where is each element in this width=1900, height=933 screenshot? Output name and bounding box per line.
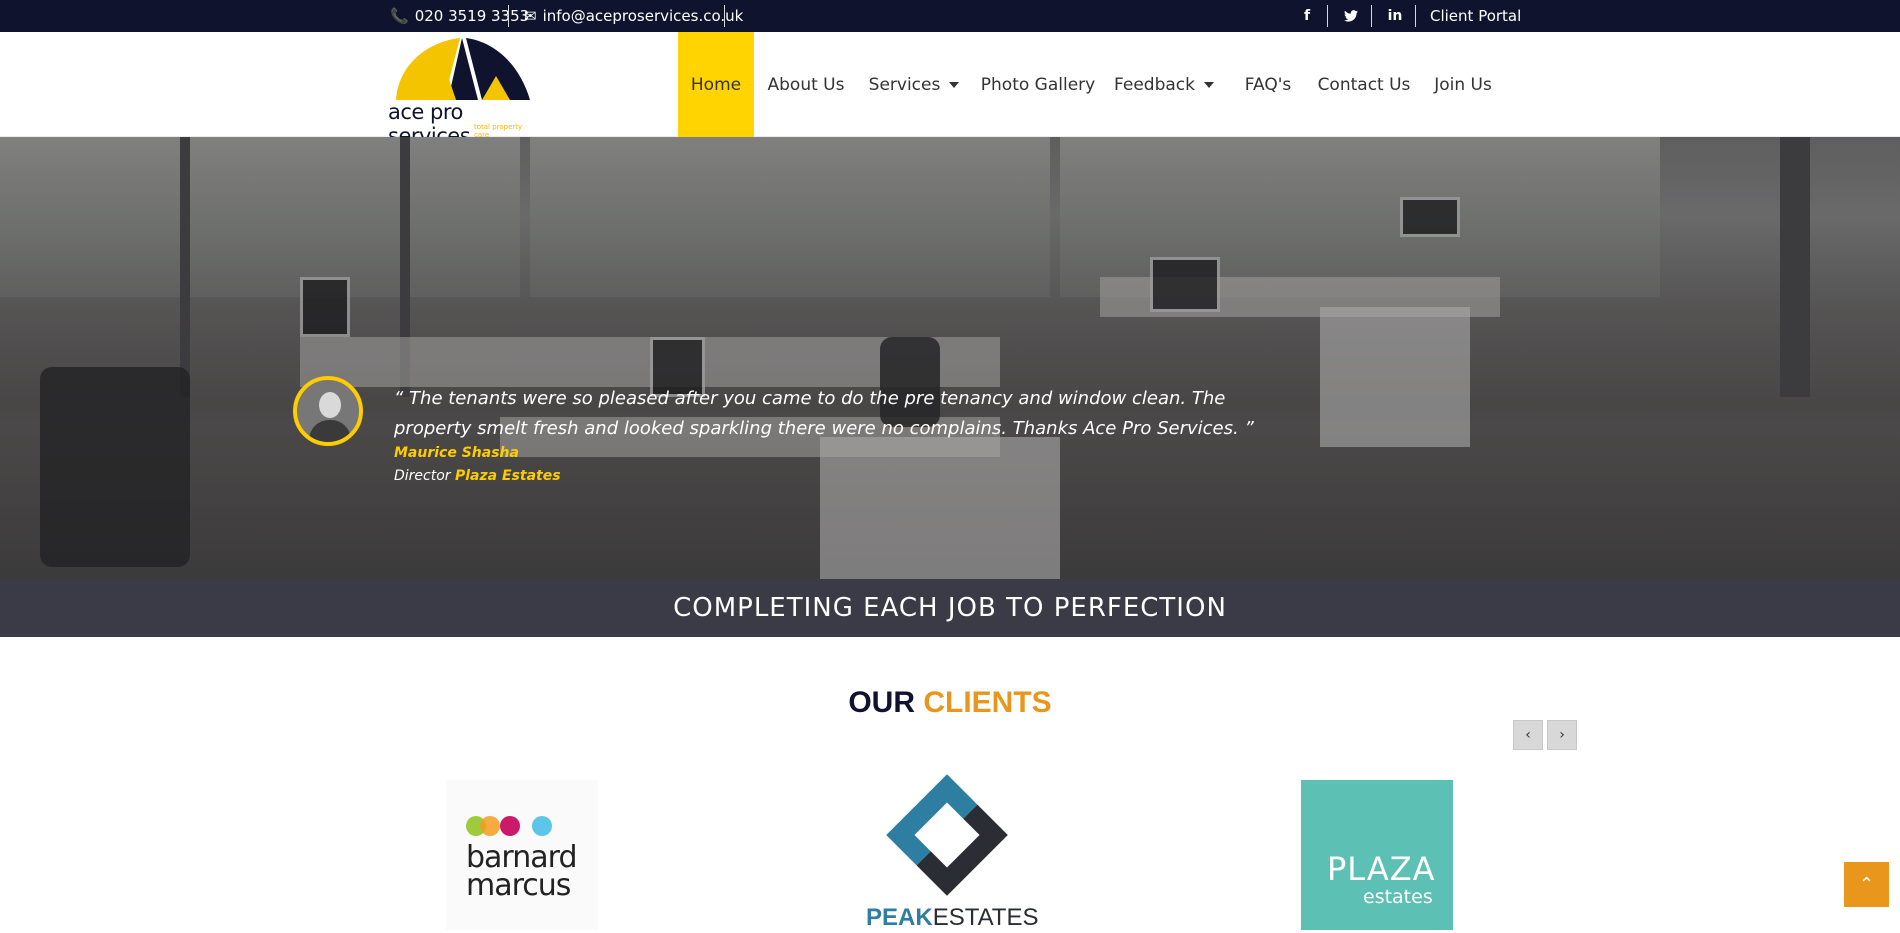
logo-sails-icon — [396, 38, 530, 100]
peak-word-2: ESTATES — [932, 904, 1039, 931]
email-address: info@aceproservices.co.uk — [542, 7, 744, 25]
envelope-icon: ✉ — [524, 7, 537, 25]
client-logo-peak-estates[interactable]: PEAKESTATES — [866, 774, 1039, 932]
facebook-icon[interactable]: f — [1292, 6, 1322, 26]
peak-wordmark: PEAKESTATES — [866, 904, 1039, 932]
testimonial-quote: “ The tenants were so pleased after you … — [394, 388, 1254, 439]
clients-heading-part2: CLIENTS — [923, 686, 1052, 719]
plaza-word-2: estates — [1363, 886, 1433, 908]
carousel-prev-button[interactable]: ‹ — [1513, 720, 1543, 750]
avatar-head — [319, 392, 341, 418]
nav-label: Join Us — [1434, 74, 1492, 95]
twitter-icon[interactable] — [1336, 6, 1366, 26]
logo-dot — [480, 816, 500, 836]
carousel-next-button[interactable]: › — [1547, 720, 1577, 750]
peak-word-1: PEAK — [866, 904, 933, 931]
nav-contact-us[interactable]: Contact Us — [1316, 32, 1412, 137]
nav-label: About Us — [767, 74, 845, 95]
chevron-right-icon: › — [1559, 727, 1565, 743]
tagline-band: COMPLETING EACH JOB TO PERFECTION — [0, 579, 1900, 637]
plaza-word-1: PLAZA — [1327, 850, 1436, 888]
divider — [508, 5, 509, 27]
nav-label: Home — [690, 74, 742, 95]
chevron-up-icon: ⌃ — [1858, 874, 1875, 895]
nav-label: Contact Us — [1317, 74, 1411, 95]
nav-home[interactable]: Home — [678, 32, 754, 137]
nav-about-us[interactable]: About Us — [760, 32, 852, 137]
logo-dot — [532, 816, 552, 836]
nav-services[interactable]: Services — [866, 32, 962, 137]
divider — [1327, 5, 1328, 27]
nav-join-us[interactable]: Join Us — [1430, 32, 1496, 137]
clients-heading: OUR CLIENTS — [0, 686, 1900, 720]
logo-line-2: marcus — [466, 868, 571, 903]
phone-icon: 📞 — [390, 7, 409, 25]
nav-label: FAQ's — [1244, 74, 1292, 95]
author-role-title: Director — [394, 468, 451, 484]
divider — [1371, 5, 1372, 27]
testimonial-avatar — [293, 376, 363, 446]
clients-heading-part1: OUR — [848, 686, 915, 719]
testimonial-author: Maurice Shasha — [394, 445, 519, 461]
tagline-text: COMPLETING EACH JOB TO PERFECTION — [673, 593, 1227, 623]
top-bar: 📞 020 3519 3353 ✉ info@aceproservices.co… — [0, 0, 1900, 32]
linkedin-icon[interactable]: in — [1380, 6, 1410, 26]
client-logo-plaza-estates[interactable]: PLAZA estates — [1301, 780, 1453, 930]
client-portal-link[interactable]: Client Portal — [1430, 7, 1521, 25]
client-logo-barnard-marcus[interactable]: barnard marcus — [446, 780, 598, 930]
nav-photo-gallery[interactable]: Photo Gallery — [980, 32, 1096, 137]
phone-number: 020 3519 3353 — [414, 7, 530, 25]
author-company: Plaza Estates — [455, 468, 561, 484]
nav-label: Photo Gallery — [980, 74, 1096, 95]
nav-feedback[interactable]: Feedback — [1114, 32, 1214, 137]
nav-faqs[interactable]: FAQ's — [1240, 32, 1296, 137]
chevron-left-icon: ‹ — [1525, 727, 1531, 743]
site-header: ace pro services total property care Hom… — [0, 32, 1900, 148]
scroll-to-top-button[interactable]: ⌃ — [1844, 862, 1889, 907]
logo-dot — [500, 816, 520, 836]
nav-label: Services — [868, 74, 941, 95]
divider — [724, 5, 725, 27]
caret-down-icon — [949, 81, 960, 88]
ace-pro-services-logo[interactable]: ace pro services total property care — [386, 36, 536, 148]
testimonial-role: Director Plaza Estates — [394, 468, 561, 484]
hero-testimonial-slider — [0, 137, 1900, 579]
divider — [1415, 5, 1416, 27]
nav-label: Feedback — [1114, 74, 1195, 95]
hero-overlay — [0, 137, 1900, 579]
caret-down-icon — [1203, 81, 1214, 88]
email-link[interactable]: ✉ info@aceproservices.co.uk — [524, 7, 743, 25]
